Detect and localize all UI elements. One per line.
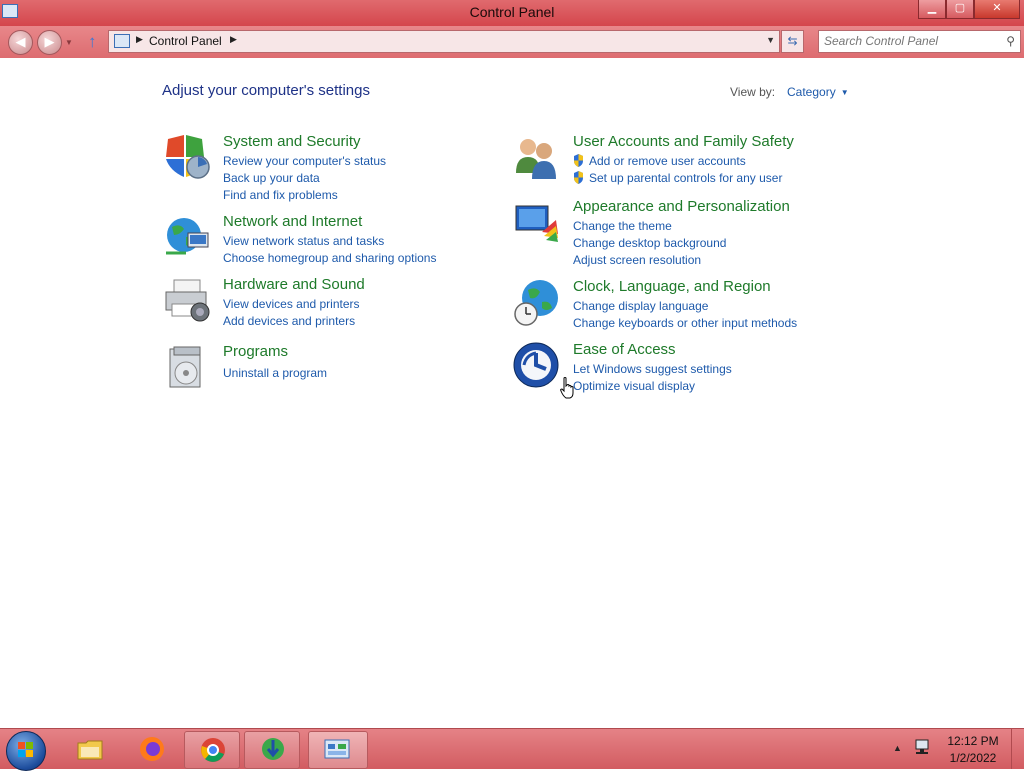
link-change-desktop-background[interactable]: Change desktop background [573,235,726,252]
shield-icon[interactable] [162,133,210,181]
uac-shield-icon [574,171,583,184]
link-find-fix-problems[interactable]: Find and fix problems [223,187,386,204]
category-title[interactable]: System and Security [223,133,361,150]
link-network-status[interactable]: View network status and tasks [223,233,436,250]
up-arrow-icon: ↑ [88,32,97,51]
view-by-value[interactable]: Category [787,85,836,99]
forward-button[interactable]: ▶ [37,30,62,55]
back-button[interactable]: ◀ [8,30,33,55]
taskbar-download-manager[interactable] [244,731,300,769]
control-panel-icon [324,739,350,759]
link-review-status[interactable]: Review your computer's status [223,153,386,170]
link-label[interactable]: Add or remove user accounts [589,154,746,168]
programs-icon[interactable] [162,343,210,391]
refresh-icon: ⇆ [787,34,798,48]
clock-date[interactable]: 1/2/2022 [940,750,1006,767]
window-controls: ▁ ▢ ✕ [918,0,1020,19]
clock-globe-icon[interactable] [512,278,560,326]
link-optimize-visual-display[interactable]: Optimize visual display [573,378,732,395]
show-desktop-button[interactable] [1011,729,1024,769]
category-title[interactable]: Appearance and Personalization [573,198,790,215]
view-by-dropdown[interactable]: Category ▼ [787,85,849,99]
minimize-button[interactable]: ▁ [918,0,946,19]
breadcrumb-separator-icon[interactable]: ▶ [230,34,237,45]
link-backup-data[interactable]: Back up your data [223,170,386,187]
start-orb-icon [18,742,33,757]
category-title[interactable]: Hardware and Sound [223,276,365,293]
taskbar-control-panel[interactable] [308,731,368,769]
refresh-button[interactable]: ⇆ [781,30,804,53]
link-add-devices-printers[interactable]: Add devices and printers [223,313,360,330]
link-change-display-language[interactable]: Change display language [573,298,797,315]
link-windows-suggest-settings[interactable]: Let Windows suggest settings [573,361,732,378]
category-title[interactable]: Clock, Language, and Region [573,278,771,295]
chrome-icon [201,738,225,762]
main-content: Adjust your computer's settings View by:… [0,58,1024,728]
link-change-keyboards[interactable]: Change keyboards or other input methods [573,315,797,332]
uac-shield-icon [574,154,583,167]
control-panel-small-icon [114,34,130,48]
link-homegroup-sharing[interactable]: Choose homegroup and sharing options [223,250,436,267]
firefox-icon [140,737,164,761]
navigation-bar: ◀ ▶ ▼ ↑ ▶ Control Panel ▶ ▼ ⇆ ⚲ [0,26,1024,58]
globe-network-icon[interactable] [162,213,210,261]
title-bar[interactable]: Control Panel ▁ ▢ ✕ [0,0,1024,26]
ease-of-access-icon[interactable] [512,341,560,389]
link-change-theme[interactable]: Change the theme [573,218,726,235]
link-parental-controls[interactable]: Set up parental controls for any user [573,170,782,187]
maximize-button[interactable]: ▢ [946,0,974,19]
forward-arrow-icon: ▶ [44,34,55,49]
category-title[interactable]: User Accounts and Family Safety [573,133,794,150]
close-button[interactable]: ✕ [974,0,1020,19]
address-bar[interactable]: ▶ Control Panel ▶ ▼ [108,30,780,53]
idm-icon [262,738,284,760]
taskbar-file-explorer[interactable] [62,731,116,767]
chevron-down-icon[interactable]: ▼ [841,88,849,97]
breadcrumb-separator-icon[interactable]: ▶ [136,34,143,45]
network-tray-icon[interactable] [914,739,930,757]
show-hidden-icons-button[interactable]: ▲ [893,743,902,753]
up-one-level-button[interactable]: ↑ [88,32,97,52]
link-view-devices-printers[interactable]: View devices and printers [223,296,360,313]
search-box[interactable]: ⚲ [818,30,1021,53]
window-title: Control Panel [469,4,555,20]
printer-icon[interactable] [162,276,210,324]
search-input[interactable] [824,33,994,49]
recent-pages-dropdown[interactable]: ▼ [65,38,73,47]
category-title[interactable]: Network and Internet [223,213,362,230]
search-icon[interactable]: ⚲ [1006,34,1015,48]
link-adjust-resolution[interactable]: Adjust screen resolution [573,252,726,269]
control-panel-window: Control Panel ▁ ▢ ✕ ◀ ▶ ▼ ↑ ▶ Control Pa… [0,0,1024,728]
users-icon[interactable] [512,133,560,181]
clock-time[interactable]: 12:12 PM [940,733,1006,750]
back-arrow-icon: ◀ [15,34,26,49]
hand-pointer-icon [560,377,574,399]
breadcrumb-control-panel[interactable]: Control Panel [149,34,222,48]
link-uninstall-program[interactable]: Uninstall a program [223,365,327,382]
address-dropdown-icon[interactable]: ▼ [766,35,775,45]
taskbar-chrome[interactable] [184,731,240,769]
category-title[interactable]: Ease of Access [573,341,676,358]
category-title[interactable]: Programs [223,343,288,360]
link-label[interactable]: Set up parental controls for any user [589,171,782,185]
monitor-paint-icon[interactable] [512,198,560,246]
view-by-label: View by: [730,85,776,99]
system-clock[interactable]: 12:12 PM 1/2/2022 [940,733,1006,767]
start-button[interactable] [6,731,46,771]
page-title: Adjust your computer's settings [162,82,370,99]
taskbar: ▲ 12:12 PM 1/2/2022 [0,728,1024,771]
file-explorer-icon [77,740,103,760]
taskbar-firefox[interactable] [124,731,178,767]
link-add-remove-accounts[interactable]: Add or remove user accounts [573,153,782,170]
